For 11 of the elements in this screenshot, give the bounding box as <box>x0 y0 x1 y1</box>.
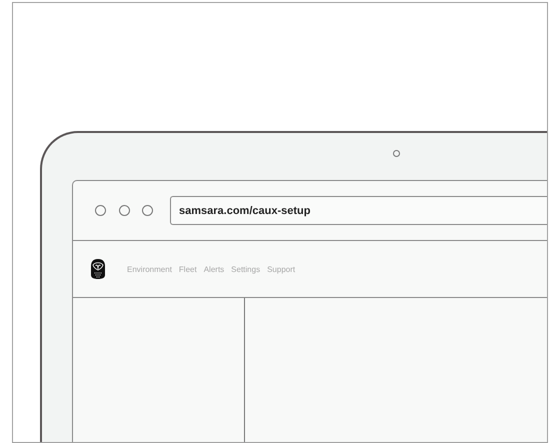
nav-link[interactable]: Support <box>267 264 296 274</box>
window-control-icon[interactable] <box>119 205 130 216</box>
address-field[interactable]: samsara.com/caux-setup <box>170 196 547 225</box>
nav-link[interactable]: Alerts <box>204 264 224 274</box>
window-control-icon[interactable] <box>142 205 153 216</box>
camera-icon <box>393 150 400 157</box>
nav-link[interactable]: Settings <box>231 264 260 274</box>
nav-link[interactable]: Fleet <box>178 264 197 274</box>
window-control-icon[interactable] <box>95 205 106 216</box>
owl-logo-icon <box>90 258 106 280</box>
nav-link[interactable]: Environment <box>127 264 172 274</box>
